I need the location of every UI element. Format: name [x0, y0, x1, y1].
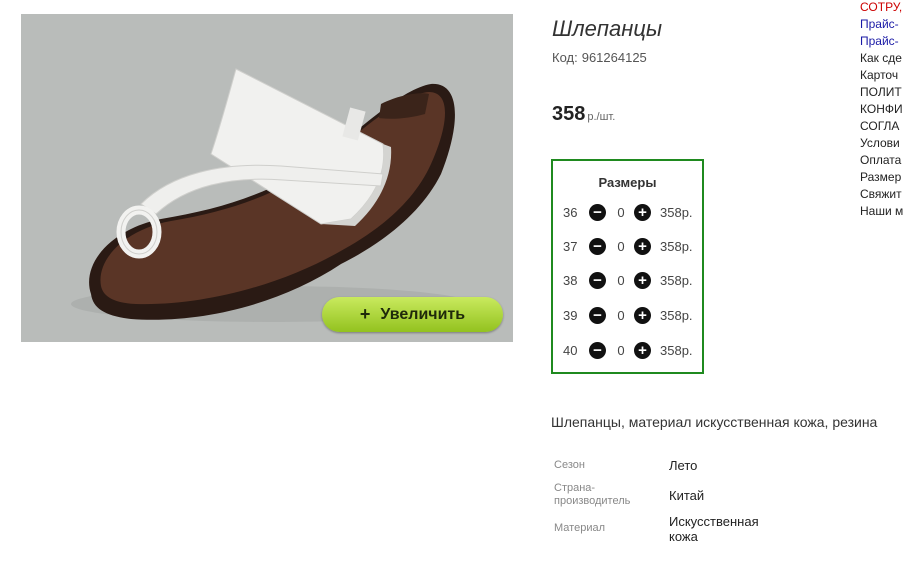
side-link[interactable]: СОТРУ,: [860, 0, 902, 14]
zoom-label: Увеличить: [380, 305, 466, 323]
side-link[interactable]: КОНФИ: [860, 102, 903, 116]
increase-quantity-button[interactable]: +: [634, 204, 651, 221]
sizes-panel: Размеры 36 − 0 + 358р. 37 − 0 + 358р. 38…: [551, 159, 704, 374]
product-price: 358 р./шт.: [552, 103, 615, 126]
product-description: Шлепанцы, материал искусственная кожа, р…: [551, 414, 878, 430]
size-price: 358р.: [660, 239, 693, 254]
price-unit: р./шт.: [587, 111, 616, 123]
size-row-36: 36 − 0 + 358р.: [563, 203, 698, 223]
size-number: 36: [563, 205, 578, 220]
size-row-39: 39 − 0 + 358р.: [563, 306, 698, 326]
attribute-value-season: Лето: [669, 458, 698, 473]
plus-icon: +: [359, 304, 371, 324]
size-price: 358р.: [660, 308, 693, 323]
side-link[interactable]: СОГЛА: [860, 119, 899, 133]
size-row-37: 37 − 0 + 358р.: [563, 237, 698, 257]
price-value: 358: [552, 103, 586, 125]
sandal-image: [71, 68, 471, 322]
size-price: 358р.: [660, 273, 693, 288]
attribute-value-country: Китай: [669, 488, 705, 503]
decrease-quantity-button[interactable]: −: [589, 272, 606, 289]
side-link[interactable]: Свяжит: [860, 187, 902, 201]
increase-quantity-button[interactable]: +: [634, 272, 651, 289]
quantity-value: 0: [617, 205, 625, 220]
quantity-value: 0: [617, 273, 625, 288]
side-link[interactable]: Прайс-: [860, 17, 899, 31]
increase-quantity-button[interactable]: +: [634, 238, 651, 255]
attribute-value-material: Искусственная кожа: [669, 514, 759, 544]
side-link[interactable]: Оплата: [860, 153, 901, 167]
size-price: 358р.: [660, 343, 693, 358]
side-link[interactable]: Услови: [860, 136, 900, 150]
quantity-value: 0: [617, 239, 625, 254]
product-code-label: Код:: [552, 50, 578, 65]
size-number: 37: [563, 239, 578, 254]
decrease-quantity-button[interactable]: −: [589, 307, 606, 324]
side-link[interactable]: Наши м: [860, 204, 903, 218]
decrease-quantity-button[interactable]: −: [589, 238, 606, 255]
side-link[interactable]: Как сде: [860, 51, 902, 65]
sizes-title: Размеры: [598, 175, 657, 190]
product-code-value: 961264125: [581, 50, 647, 65]
decrease-quantity-button[interactable]: −: [589, 342, 606, 359]
size-number: 40: [563, 343, 578, 358]
decrease-quantity-button[interactable]: −: [589, 204, 606, 221]
size-price: 358р.: [660, 205, 693, 220]
increase-quantity-button[interactable]: +: [634, 342, 651, 359]
product-title: Шлепанцы: [552, 16, 663, 41]
side-menu: СОТРУ, Прайс- Прайс- Как сде Карточ ПОЛИ…: [860, 0, 904, 230]
quantity-value: 0: [617, 343, 625, 358]
size-row-38: 38 − 0 + 358р.: [563, 271, 698, 291]
attribute-label-season: Сезон: [554, 459, 585, 471]
side-link[interactable]: Прайс-: [860, 34, 899, 48]
attribute-label-material: Материал: [554, 522, 605, 534]
zoom-button[interactable]: + Увеличить: [322, 297, 503, 332]
side-link[interactable]: Размер: [860, 170, 901, 184]
quantity-value: 0: [617, 308, 625, 323]
size-row-40: 40 − 0 + 358р.: [563, 341, 698, 361]
product-photo[interactable]: + Увеличить: [21, 14, 513, 342]
increase-quantity-button[interactable]: +: [634, 307, 651, 324]
side-link[interactable]: Карточ: [860, 68, 898, 82]
product-code: Код: 961264125: [552, 50, 647, 65]
attribute-label-country: Страна-производитель: [554, 482, 631, 507]
size-number: 39: [563, 308, 578, 323]
side-link[interactable]: ПОЛИТ: [860, 85, 902, 99]
size-number: 38: [563, 273, 578, 288]
